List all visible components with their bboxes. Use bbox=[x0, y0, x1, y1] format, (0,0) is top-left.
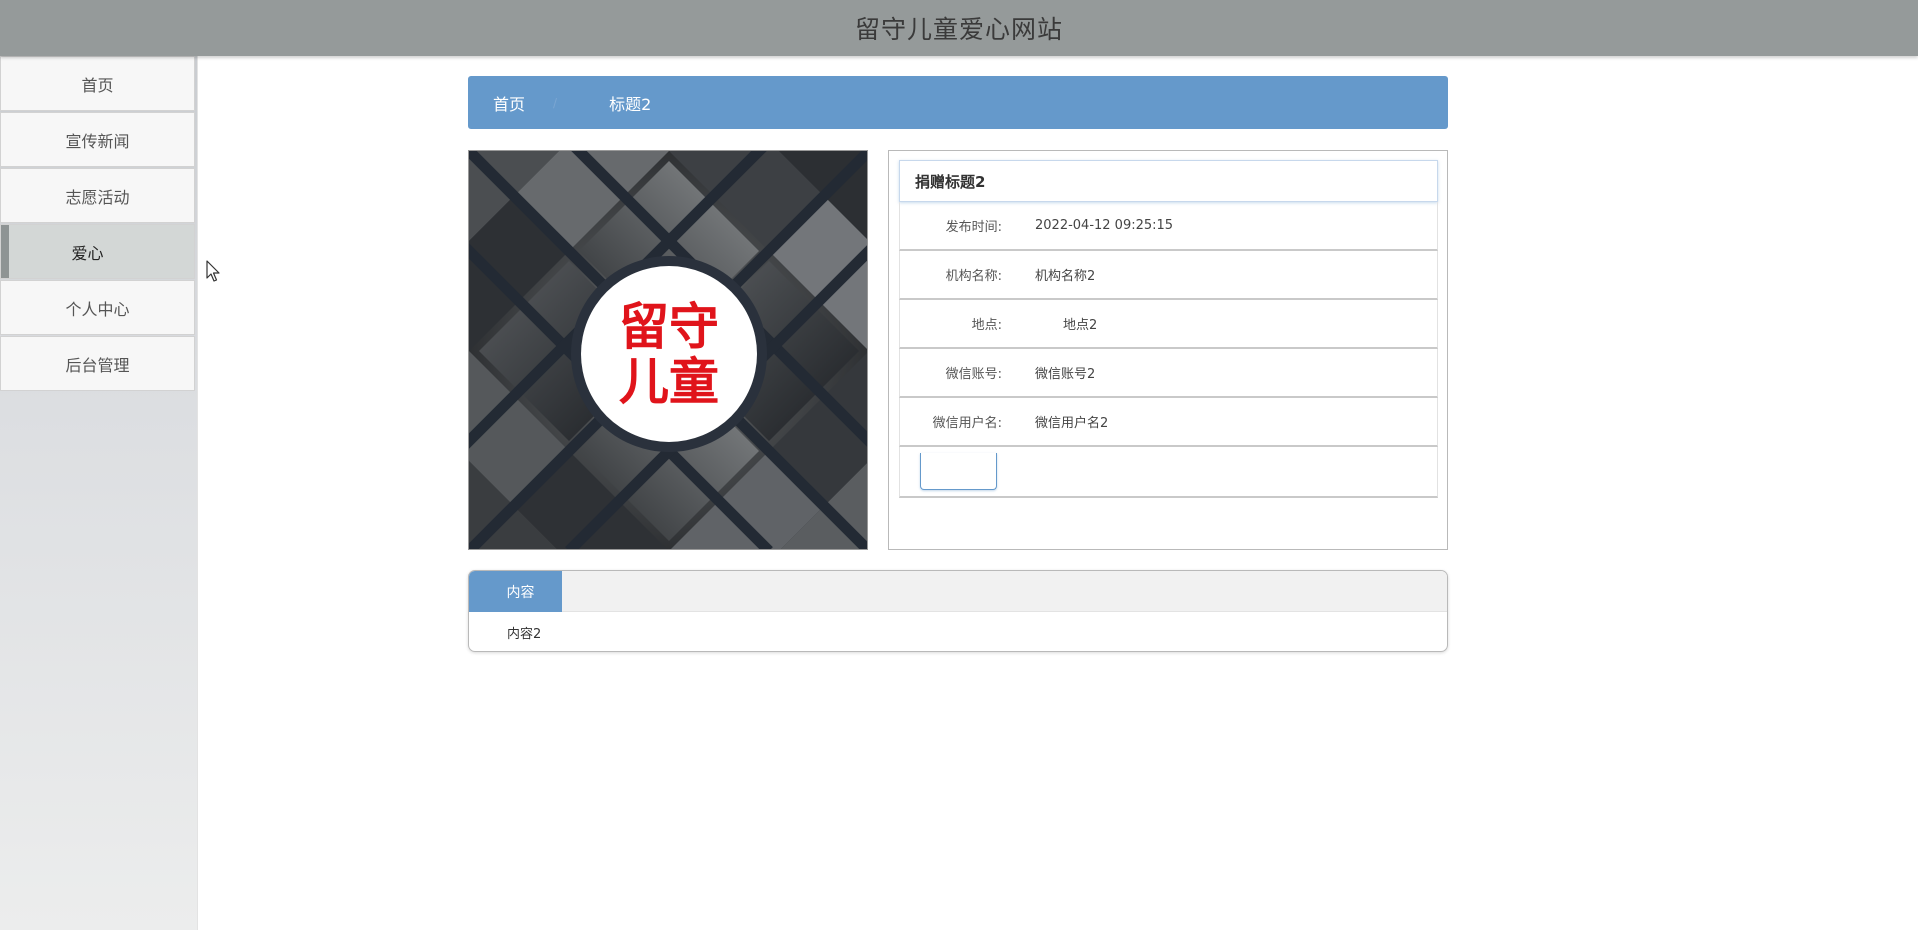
tab-content-label: 内容 bbox=[506, 584, 535, 601]
detail-row-publish-time: 发布时间: 2022-04-12 09:25:15 bbox=[899, 202, 1438, 251]
row-value: 机构名称2 bbox=[1035, 269, 1096, 284]
poster-illustration: 留守 儿童 bbox=[469, 151, 867, 549]
sidebar-item-home[interactable]: 首页 bbox=[0, 56, 195, 111]
breadcrumb: 首页 / 标题2 bbox=[468, 76, 1448, 129]
mouse-cursor-icon bbox=[206, 260, 220, 282]
tab-content[interactable]: 内容 bbox=[469, 571, 562, 612]
sidebar-item-label: 后台管理 bbox=[65, 355, 130, 375]
breadcrumb-home-link[interactable]: 首页 bbox=[493, 91, 525, 115]
action-button[interactable] bbox=[920, 453, 997, 490]
detail-row-organization: 机构名称: 机构名称2 bbox=[899, 251, 1438, 300]
sidebar-nav: 首页 宣传新闻 志愿活动 爱心 个人中心 后台管理 bbox=[0, 56, 198, 930]
row-label: 微信账号: bbox=[945, 367, 1002, 382]
row-label: 发布时间: bbox=[945, 220, 1002, 235]
sidebar-item-label: 首页 bbox=[81, 75, 114, 95]
sidebar-item-love[interactable]: 爱心 bbox=[0, 224, 195, 279]
sidebar-item-volunteer[interactable]: 志愿活动 bbox=[0, 168, 195, 223]
site-title: 留守儿童爱心网站 bbox=[854, 15, 1063, 44]
poster-text-line2: 儿童 bbox=[619, 353, 719, 411]
sidebar-item-news[interactable]: 宣传新闻 bbox=[0, 112, 195, 167]
site-header: 留守儿童爱心网站 bbox=[0, 0, 1918, 56]
sidebar-item-admin[interactable]: 后台管理 bbox=[0, 336, 195, 391]
row-value: 2022-04-12 09:25:15 bbox=[1035, 218, 1174, 233]
row-label: 机构名称: bbox=[945, 269, 1002, 284]
sidebar-item-label: 志愿活动 bbox=[65, 187, 130, 207]
row-value: 微信账号2 bbox=[1035, 367, 1096, 382]
donation-title: 捐赠标题2 bbox=[899, 160, 1438, 202]
sidebar-item-personal-center[interactable]: 个人中心 bbox=[0, 280, 195, 335]
detail-action-row bbox=[899, 447, 1438, 498]
row-value: 地点2 bbox=[1063, 318, 1098, 333]
detail-row-wechat-username: 微信用户名: 微信用户名2 bbox=[899, 398, 1438, 447]
sidebar-item-label: 爱心 bbox=[71, 243, 104, 263]
breadcrumb-separator: / bbox=[553, 95, 558, 110]
donation-detail-panel: 捐赠标题2 发布时间: 2022-04-12 09:25:15 机构名称: 机构… bbox=[888, 150, 1448, 550]
donation-image: 留守 儿童 bbox=[468, 150, 868, 550]
row-label: 微信用户名: bbox=[932, 416, 1002, 431]
sidebar-item-label: 个人中心 bbox=[65, 299, 130, 319]
content-text: 内容2 bbox=[507, 626, 542, 642]
detail-row-wechat-account: 微信账号: 微信账号2 bbox=[899, 349, 1438, 398]
detail-row-location: 地点: 地点2 bbox=[899, 300, 1438, 349]
breadcrumb-current: 标题2 bbox=[609, 94, 652, 114]
content-tab-bar: 内容 bbox=[469, 571, 1447, 612]
poster-text-line1: 留守 bbox=[619, 298, 719, 356]
sidebar-item-label: 宣传新闻 bbox=[65, 131, 130, 151]
row-value: 微信用户名2 bbox=[1035, 416, 1109, 431]
row-label: 地点: bbox=[971, 318, 1002, 333]
content-box: 内容 内容2 bbox=[468, 570, 1448, 652]
